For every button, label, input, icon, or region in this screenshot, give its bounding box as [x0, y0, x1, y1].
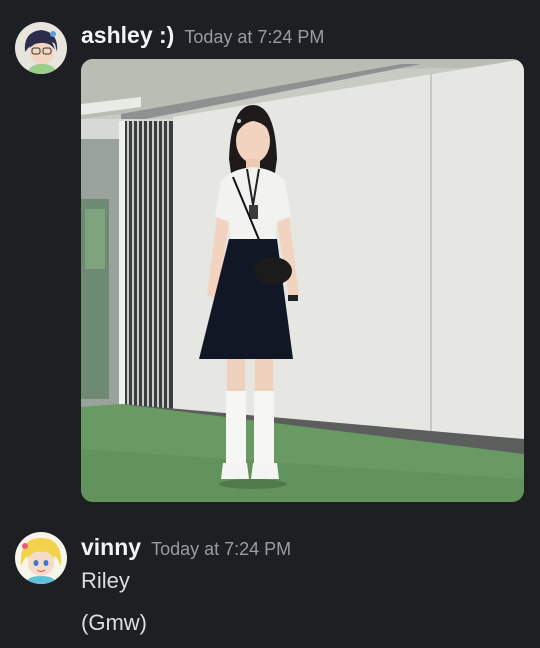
anime-girl-avatar-icon [15, 22, 67, 74]
timestamp: Today at 7:24 PM [184, 27, 325, 47]
chat-view: ashley :) Today at 7:24 PM vinny Today a… [0, 0, 540, 648]
username[interactable]: ashley :) [81, 22, 174, 49]
photo-image [81, 59, 524, 502]
image-attachment[interactable] [81, 59, 524, 502]
message-text-line: (Gmw) [81, 610, 147, 635]
avatar[interactable] [15, 532, 67, 584]
username[interactable]: vinny [81, 534, 141, 561]
avatar[interactable] [15, 22, 67, 74]
striped-wall-panel [125, 121, 173, 409]
message-header: vinny Today at 7:24 PM [81, 534, 291, 561]
message-header: ashley :) Today at 7:24 PM [81, 22, 324, 49]
message-text-line: Riley [81, 568, 130, 593]
blonde-anime-avatar-icon [15, 532, 67, 584]
timestamp: Today at 7:24 PM [151, 539, 292, 559]
